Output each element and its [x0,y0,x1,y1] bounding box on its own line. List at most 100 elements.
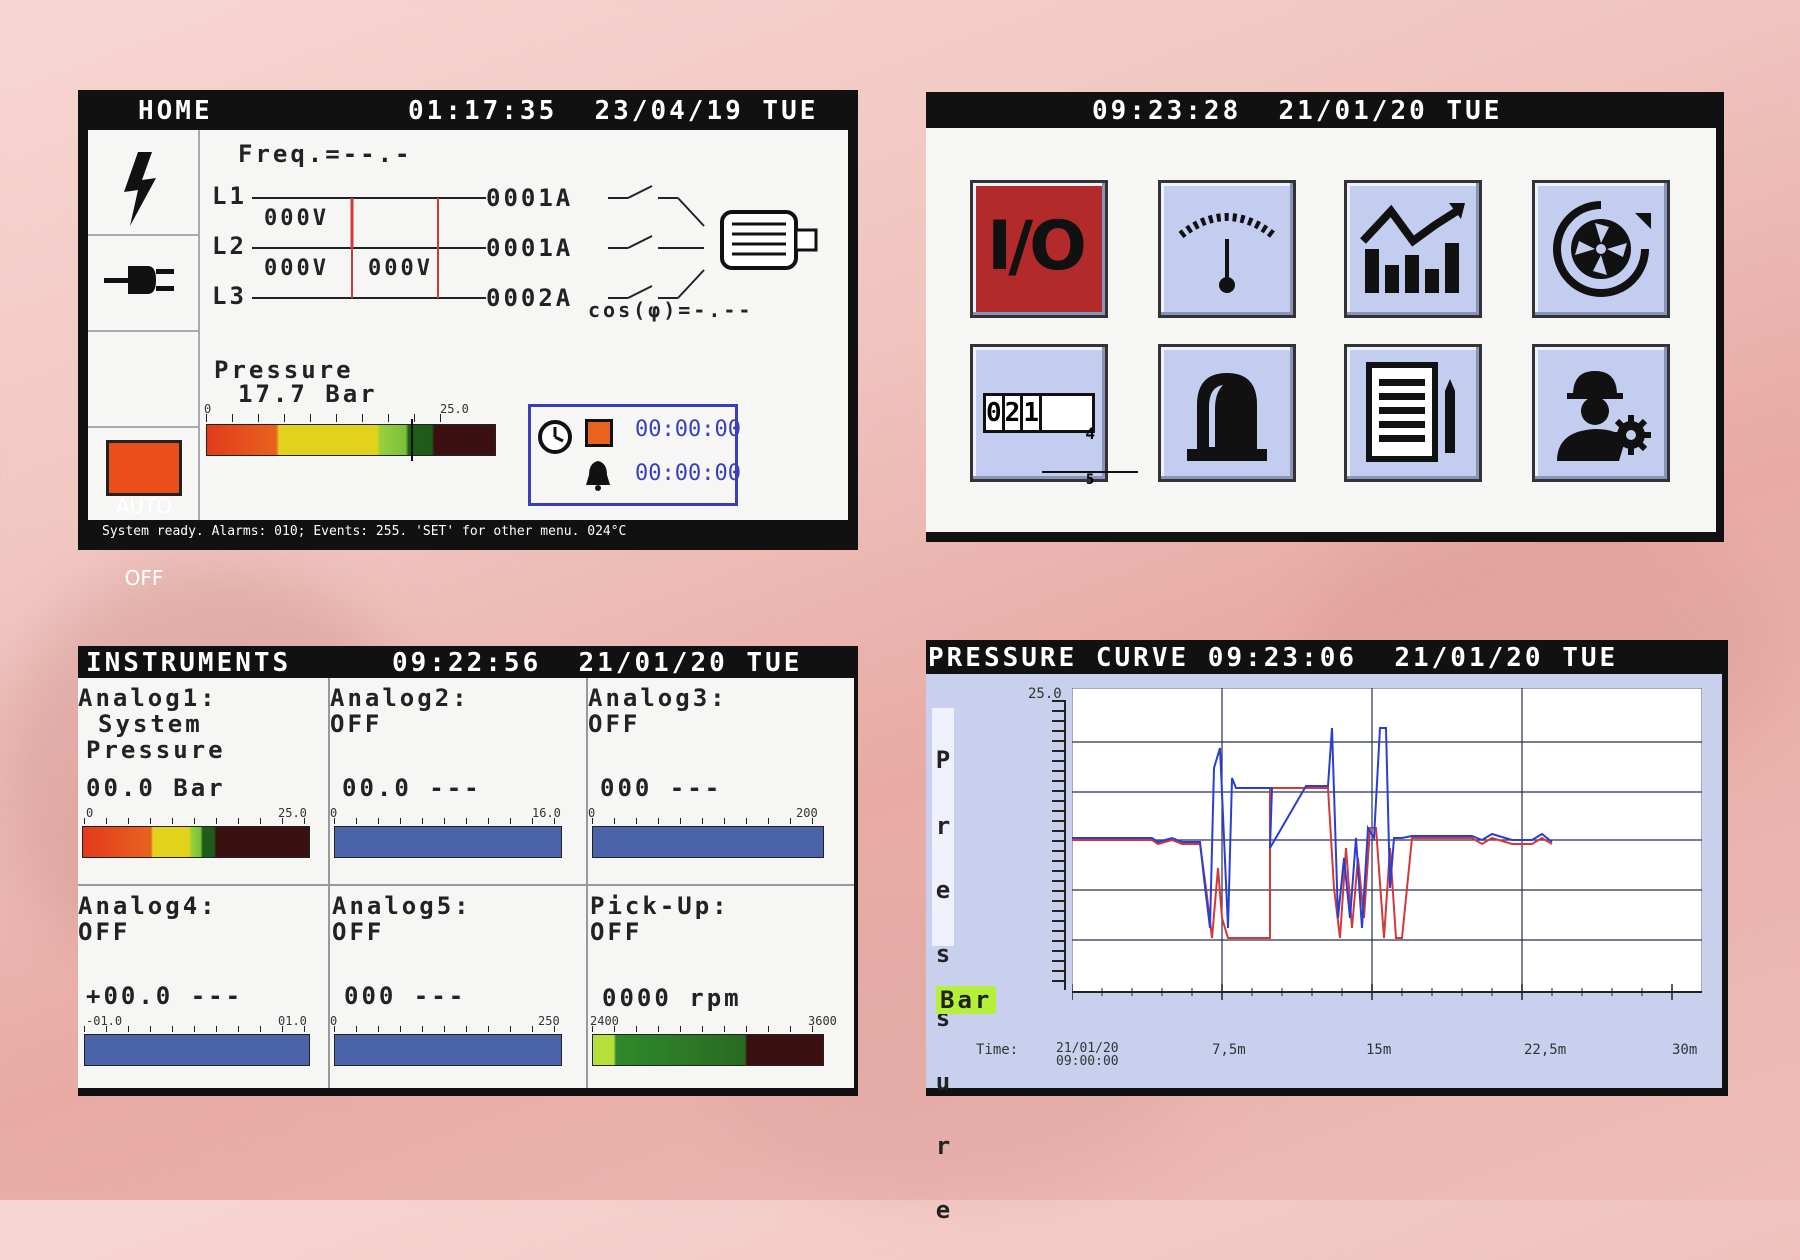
counter-tile[interactable]: 0 2 1 4 5 [970,344,1139,488]
gauge-ticks [334,1026,560,1032]
phase-label-l1: L1 [212,182,247,210]
alarm-bell-icon [586,461,610,491]
lightning-icon[interactable] [118,152,162,226]
analog2-gauge [334,826,562,858]
unit-label: Bar [936,986,997,1014]
gauge-tile[interactable] [1158,180,1296,318]
cos-phi-readout: cos(φ)=-.-- [588,298,754,322]
plug-icon[interactable] [104,260,178,300]
phase-label-l3: L3 [212,282,247,310]
current-l3: 0002A [486,284,574,312]
home-panel: HOME 01:17:35 23/04/19 TUE AUTO OFF Freq… [78,90,858,590]
divider [88,234,198,236]
counter-digit: 4 [1085,424,1095,443]
instrument-name: Analog5: [332,892,472,920]
instrument-name: Analog4: [78,892,218,920]
pressure-curve-plot [1072,688,1702,1000]
gauge-ticks [84,818,310,824]
run-status-square-icon [585,419,613,447]
x-tick-label: 22,5m [1524,1042,1567,1058]
menu-panel: 09:23:28 21/01/20 TUE I/O 0 2 1 4 5 [926,92,1724,542]
instrument-sub1: OFF [330,710,383,738]
instrument-value: 000 --- [344,982,467,1010]
auto-off-button[interactable]: AUTO OFF [106,440,182,590]
voltage-l3-l1: 000V [368,256,433,281]
home-title-bar: HOME 01:17:35 23/04/19 TUE [78,90,858,130]
analog3-gauge [592,826,824,858]
service-tile[interactable] [1532,344,1670,482]
instrument-name: Pick-Up: [590,892,730,920]
auto-label: AUTO [115,494,173,518]
counter-icon: 0 2 1 4 5 [983,393,1139,488]
menu-screen: I/O 0 2 1 4 5 [926,128,1716,532]
pressure-gauge-pointer [410,419,413,461]
instrument-value: 00.0 --- [342,774,482,802]
clock-icon [538,420,572,454]
off-label: OFF [124,566,164,590]
instrument-cell-analog1[interactable]: Analog1: System Pressure 00.0 Bar 0 25.0 [78,678,328,884]
curve-screen: P r e s s u r e Bar 25.0 Time: 21/01/20 … [926,674,1722,1224]
pickup-gauge [592,1034,824,1066]
time-axis-label: Time: [976,1042,1019,1058]
instruments-title-bar: INSTRUMENTS 09:22:56 21/01/20 TUE [78,646,858,678]
pressure-curve-panel: PRESSURE CURVE 09:23:06 21/01/20 TUE P r… [926,640,1728,1224]
gauge-ticks [334,818,560,824]
fan-tile[interactable] [1532,180,1670,318]
instrument-name: Analog1: [78,684,218,712]
instrument-value: 0000 rpm [602,984,742,1012]
motor-icon [720,210,818,270]
chart-tile[interactable] [1344,180,1482,318]
counter-digit: 1 [1023,396,1042,430]
y-axis-letter: P [935,746,951,774]
instrument-sub1: System [98,710,203,738]
y-axis-letter: r [935,1132,951,1160]
instrument-name: Analog2: [330,684,470,712]
instrument-cell-analog2[interactable]: Analog2: OFF 00.0 --- 0 16.0 [330,678,586,884]
y-axis-letter: u [935,1068,951,1096]
timers-box: 00:00:00 00:00:00 [528,404,741,506]
menu-title-bar: 09:23:28 21/01/20 TUE [926,92,1724,128]
menu-clock: 09:23:28 21/01/20 TUE [1092,96,1503,126]
instruments-clock: 09:22:56 21/01/20 TUE [392,648,803,678]
alarm-tile[interactable] [1158,344,1296,482]
phase-label-l2: L2 [212,232,247,260]
instrument-value: 000 --- [600,774,723,802]
voltage-l1-l2: 000V [264,206,329,231]
frequency-readout: Freq.=--.- [238,140,413,168]
y-axis-label: P r e s s u r e [932,708,954,1224]
instruments-screen: Analog1: System Pressure 00.0 Bar 0 25.0… [78,678,854,1088]
curve-title: PRESSURE CURVE 09:23:06 21/01/20 TUE [928,643,1619,673]
home-screen: AUTO OFF Freq.=--.- L1 L2 L3 000V 000V 0… [88,130,848,590]
x-tick-label: 30m [1672,1042,1698,1058]
instrument-cell-analog5[interactable]: Analog5: OFF 000 --- 0 250 [330,886,586,1088]
instrument-cell-pickup[interactable]: Pick-Up: OFF 0000 rpm 2400 3600 [588,886,854,1088]
home-status-bar: System ready. Alarms: 010; Events: 255. … [102,524,627,539]
y-axis-letter: e [935,876,951,904]
counter-digit-next: 5 [1041,471,1139,488]
technician-gear-icon [1557,371,1651,461]
instrument-sub2: Pressure [86,736,226,764]
gauge-icon [1178,213,1276,293]
y-axis-ticks [1052,700,1066,990]
instrument-sub1: OFF [332,918,385,946]
instrument-sub1: OFF [590,918,643,946]
instrument-cell-analog4[interactable]: Analog4: OFF +00.0 --- -01.0 01.0 [78,886,328,1088]
gauge-ticks [592,818,822,824]
alarm-timer: 00:00:00 [635,461,741,486]
y-axis-letter: r [935,812,951,840]
analog1-gauge [82,826,310,858]
alarm-beacon-icon [1187,373,1267,461]
fan-icon [1553,201,1651,297]
pressure-gauge [206,419,496,461]
gauge-ticks [592,1026,822,1032]
counter-digit: 0 [986,396,1005,430]
instrument-cell-analog3[interactable]: Analog3: OFF 000 --- 0 200 [588,678,854,884]
instrument-value: 00.0 Bar [86,774,226,802]
home-title: HOME [138,96,213,126]
io-tile[interactable]: I/O [970,180,1108,318]
pressure-gauge-ticks [206,414,466,422]
chart-icon [1360,203,1465,293]
analog4-gauge [84,1034,310,1066]
report-tile[interactable] [1344,344,1482,482]
current-l1: 0001A [486,184,574,212]
